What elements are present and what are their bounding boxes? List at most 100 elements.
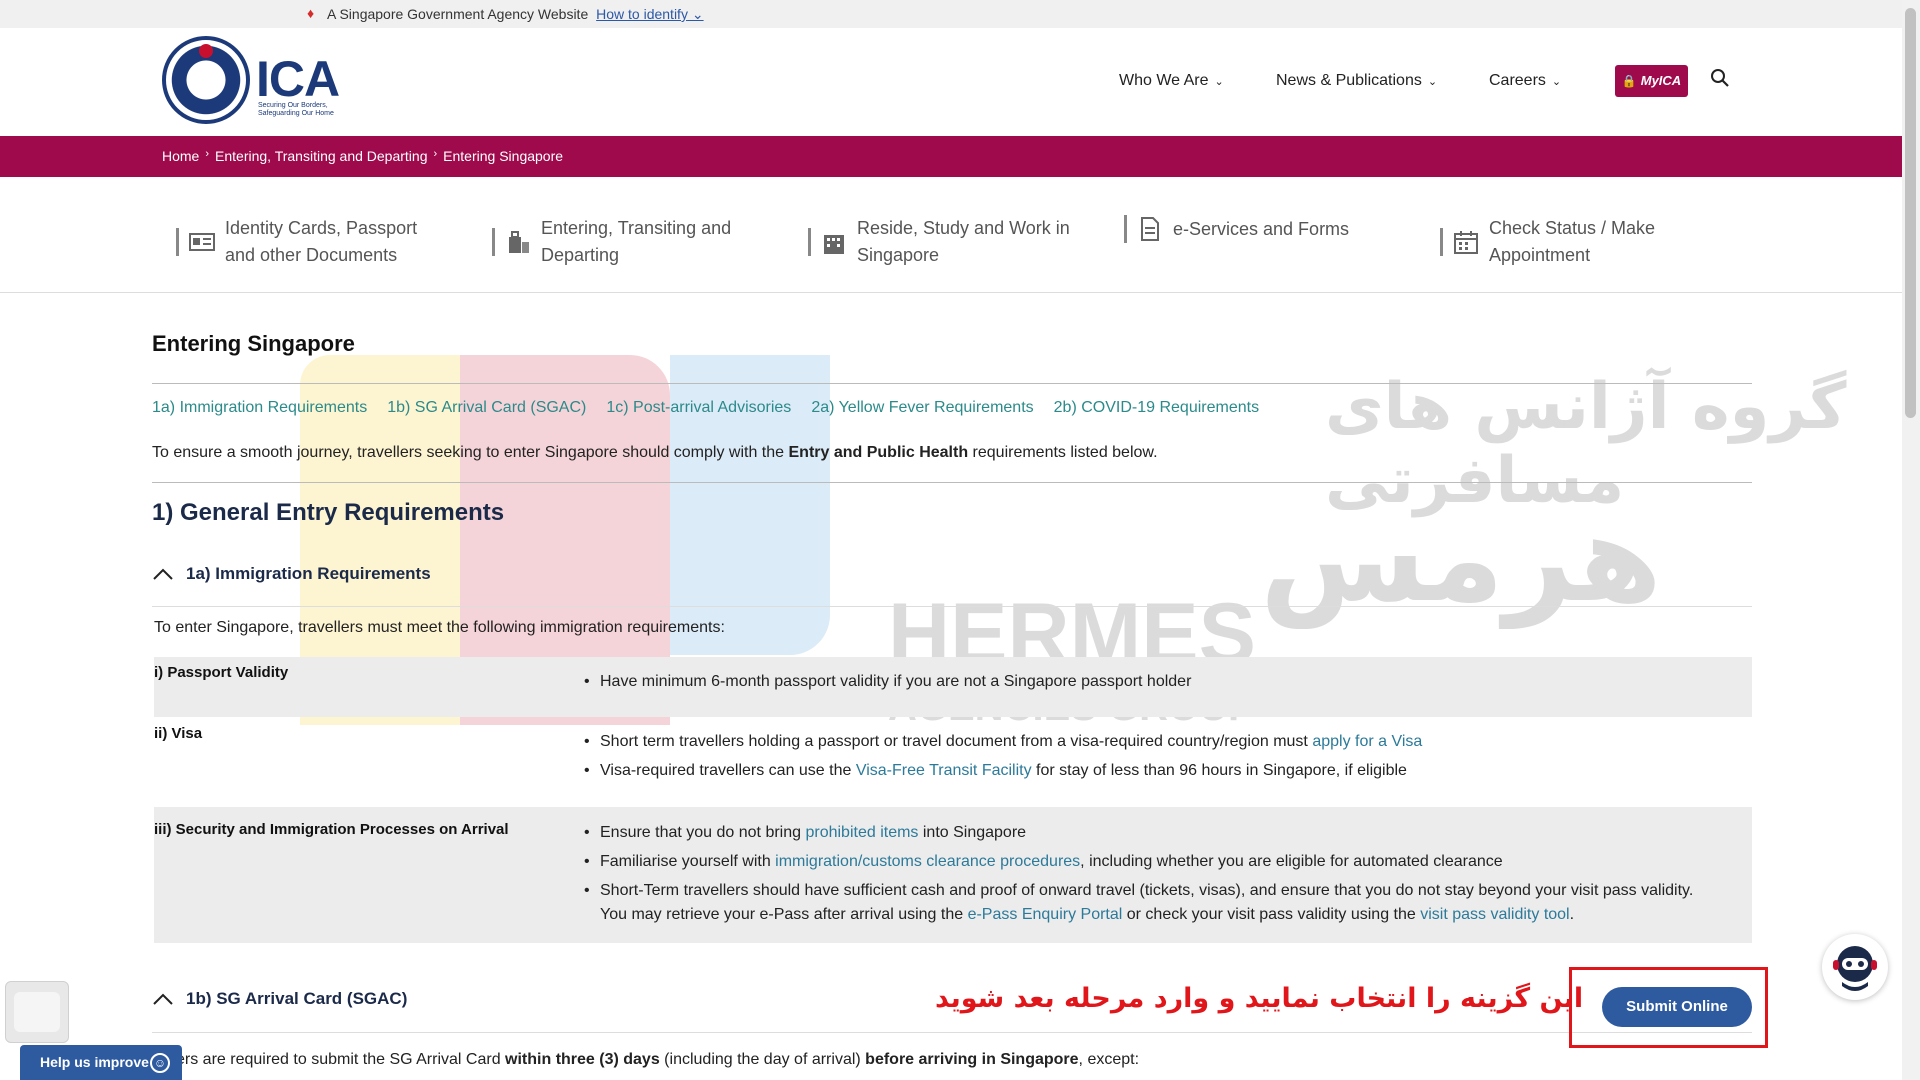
logo-tagline: Securing Our Borders, Safeguarding Our H… (258, 102, 334, 117)
visa-free-transit-link[interactable]: Visa-Free Transit Facility (856, 762, 1032, 779)
crest-star (199, 44, 213, 58)
scrollbar-thumb[interactable] (1905, 8, 1916, 418)
accordion-label: 1b) SG Arrival Card (SGAC) (186, 989, 408, 1008)
accordion-1a[interactable]: 1a) Immigration Requirements (152, 564, 431, 584)
tab-post-arrival[interactable]: 1c) Post-arrival Advisories (606, 399, 791, 417)
list-item: Short-Term travellers should have suffic… (584, 879, 1693, 927)
building-icon (824, 235, 844, 254)
text: To ensure a smooth journey, travellers s… (152, 444, 789, 461)
divider (1124, 215, 1127, 243)
logo-wordmark[interactable]: ICA (256, 50, 340, 108)
chatbot-icon[interactable] (1822, 934, 1888, 1000)
list-item: Have minimum 6-month passport validity i… (584, 670, 1191, 694)
submit-online-button[interactable]: Submit Online (1602, 987, 1752, 1027)
masthead-text: A Singapore Government Agency Website Ho… (327, 6, 704, 23)
text-line: You may retrieve your e-Pass after arriv… (600, 903, 1693, 927)
ica-crest-icon[interactable] (162, 36, 250, 124)
bullet-list: Ensure that you do not bring prohibited … (584, 821, 1693, 932)
section-heading: 1) General Entry Requirements (152, 499, 505, 526)
tab-sg-arrival-card[interactable]: 1b) SG Arrival Card (SGAC) (387, 399, 586, 417)
accordion-1b[interactable]: 1b) SG Arrival Card (SGAC) (152, 989, 407, 1009)
section-tabs: 1a) Immigration Requirements 1b) SG Arri… (152, 399, 1259, 417)
text: or check your visit pass validity using … (1122, 906, 1421, 923)
nav-label: Careers (1489, 72, 1546, 89)
divider (152, 606, 1752, 607)
category-bar: Identity Cards, Passport and other Docume… (0, 177, 1902, 293)
requirement-row-security: iii) Security and Immigration Processes … (154, 807, 1752, 943)
help-us-improve-button[interactable]: Help us improve ☺ (20, 1045, 182, 1080)
tab-yellow-fever[interactable]: 2a) Yellow Fever Requirements (811, 399, 1033, 417)
text-bold: Entry and Public Health (788, 444, 969, 461)
tab-immigration-requirements[interactable]: 1a) Immigration Requirements (152, 399, 367, 417)
divider (152, 482, 1752, 483)
text: Familiarise yourself with (600, 853, 776, 870)
row-label: i) Passport Validity (154, 664, 289, 681)
chatbot-avatar (1833, 946, 1877, 991)
help-label: Help us improve (40, 1054, 149, 1070)
divider (808, 228, 811, 256)
smiley-icon: ☺ (150, 1053, 170, 1073)
nav-label: Who We Are (1119, 72, 1209, 89)
document-icon (1141, 217, 1159, 241)
text-bold: before arriving in Singapore (865, 1051, 1079, 1068)
breadcrumb-entering-transiting[interactable]: Entering, Transiting and Departing (215, 148, 427, 164)
category-reside-study-work[interactable]: Reside, Study and Work in Singapore (808, 215, 1070, 269)
text: , except: (1078, 1051, 1140, 1068)
divider (176, 228, 179, 256)
category-eservices-forms[interactable]: e-Services and Forms (1124, 215, 1349, 243)
accordion-label: 1a) Immigration Requirements (186, 564, 431, 583)
tab-covid19[interactable]: 2b) COVID-19 Requirements (1054, 399, 1259, 417)
lion-head-icon: ♦ (307, 5, 315, 21)
myica-label: MyICA (1640, 73, 1682, 88)
category-line: Check Status / Make (1489, 218, 1656, 238)
leadin-text: To enter Singapore, travellers must meet… (154, 619, 725, 636)
nav-label: News & Publications (1276, 72, 1422, 89)
epass-enquiry-link[interactable]: e-Pass Enquiry Portal (968, 906, 1123, 923)
chevron-up-icon (153, 568, 173, 580)
visit-pass-validity-link[interactable]: visit pass validity tool (1420, 906, 1569, 923)
chevron-down-icon: ⌄ (1214, 76, 1224, 88)
apply-visa-link[interactable]: apply for a Visa (1312, 733, 1422, 750)
list-item: Ensure that you do not bring prohibited … (584, 821, 1693, 845)
category-line: Departing (541, 245, 620, 265)
search-icon[interactable] (1710, 68, 1730, 88)
text: vellers are required to submit the SG Ar… (152, 1051, 506, 1068)
category-check-status[interactable]: Check Status / Make Appointment (1440, 215, 1655, 269)
how-to-identify-label: How to identify (596, 6, 688, 22)
category-identity-cards[interactable]: Identity Cards, Passport and other Docume… (176, 215, 417, 269)
text: for stay of less than 96 hours in Singap… (1031, 762, 1407, 779)
watermark-script: هرمس (1260, 490, 1662, 629)
id-card-icon (189, 233, 215, 251)
divider (492, 228, 495, 256)
nav-news-publications[interactable]: News & Publications ⌄ (1276, 72, 1437, 90)
category-line: and other Documents (225, 245, 398, 265)
how-to-identify-link[interactable]: How to identify ⌄ (596, 6, 703, 22)
briefcase-icon (14, 992, 60, 1032)
myica-button[interactable]: 🔒 MyICA (1615, 65, 1688, 97)
persian-annotation: این گزینه را انتخاب نمایید و وارد مرحله … (935, 983, 1584, 1014)
breadcrumb-home[interactable]: Home (162, 148, 199, 164)
text: . (1569, 906, 1575, 923)
bullet-list: Have minimum 6-month passport validity i… (584, 670, 1191, 699)
side-widget[interactable] (5, 981, 69, 1043)
site-header: ICA Securing Our Borders, Safeguarding O… (0, 28, 1902, 136)
calendar-icon (1454, 231, 1478, 254)
text: Ensure that you do not bring (600, 824, 806, 841)
category-label: Check Status / Make Appointment (1489, 215, 1655, 269)
list-item: Familiarise yourself with immigration/cu… (584, 850, 1693, 874)
category-line: Singapore (857, 245, 940, 265)
text-bold: within three (3) days (505, 1051, 660, 1068)
breadcrumb: Home › Entering, Transiting and Departin… (162, 148, 563, 164)
chevron-up-icon (153, 993, 173, 1005)
chevron-down-icon: ⌄ (1427, 76, 1438, 88)
category-entering-transiting[interactable]: Entering, Transiting and Departing (492, 215, 731, 269)
prohibited-items-link[interactable]: prohibited items (805, 824, 918, 841)
nav-careers[interactable]: Careers ⌄ (1489, 72, 1561, 90)
text: requirements listed below. (968, 444, 1158, 461)
lock-icon: 🔒 (1621, 74, 1637, 88)
luggage-icon (509, 231, 529, 253)
text: Visa-required travellers can use the (600, 762, 856, 779)
watermark-persian: گروه آژانس های مسافرتی (1325, 370, 1847, 518)
nav-who-we-are[interactable]: Who We Are ⌄ (1119, 72, 1224, 90)
clearance-procedures-link[interactable]: immigration/customs clearance procedures (775, 853, 1080, 870)
